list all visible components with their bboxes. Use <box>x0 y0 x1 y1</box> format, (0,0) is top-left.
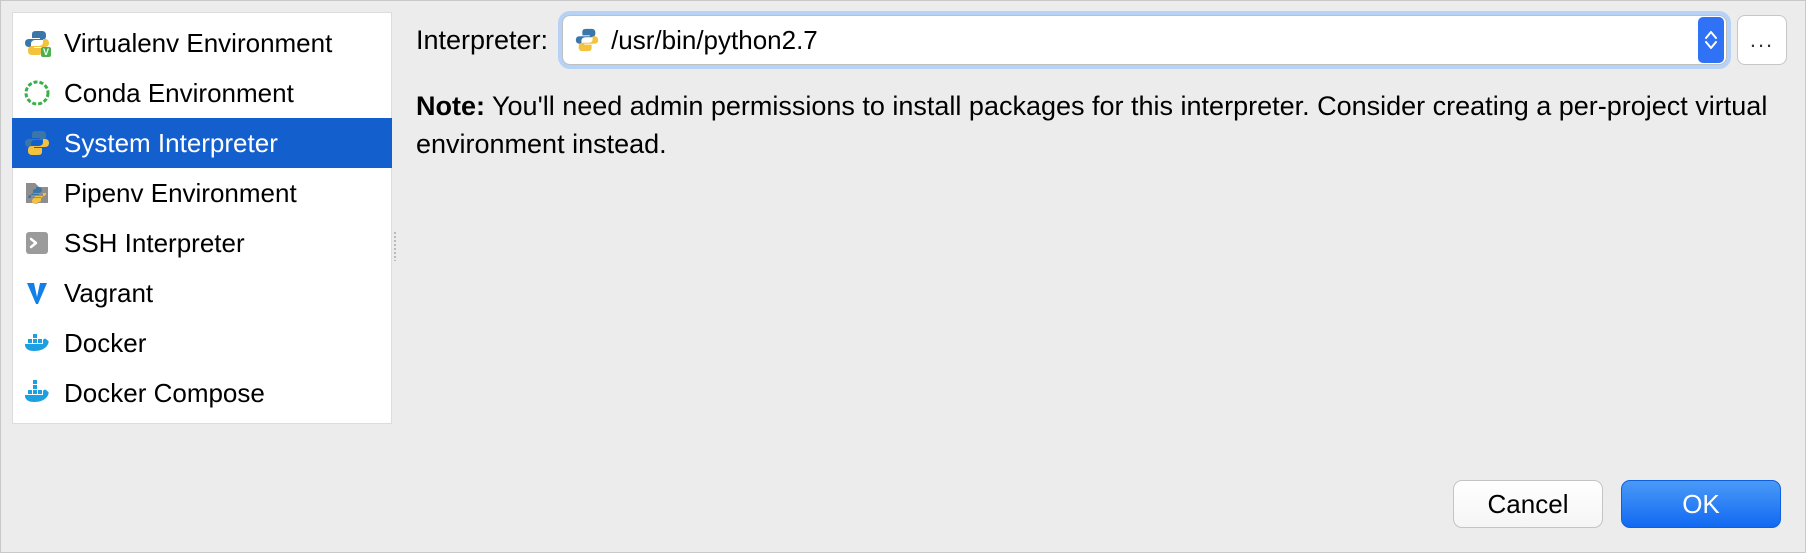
interpreter-value: /usr/bin/python2.7 <box>611 25 1696 56</box>
sidebar-item-label: Docker Compose <box>64 378 265 409</box>
dialog-footer: Cancel OK <box>1 480 1805 552</box>
python-icon <box>573 26 601 54</box>
combobox-stepper-icon <box>1698 17 1724 63</box>
cancel-button[interactable]: Cancel <box>1453 480 1603 528</box>
note-prefix: Note: <box>416 91 485 121</box>
sidebar-item-system-interpreter[interactable]: System Interpreter <box>12 118 392 168</box>
sidebar-item-label: SSH Interpreter <box>64 228 245 259</box>
sidebar-item-conda[interactable]: Conda Environment <box>12 68 392 118</box>
ssh-icon <box>22 228 52 258</box>
vagrant-icon <box>22 278 52 308</box>
content-panel: Interpreter: /usr/bin/python2.7 <box>398 1 1805 164</box>
python-venv-icon: V <box>22 28 52 58</box>
sidebar-item-pipenv[interactable]: Pipenv Environment <box>12 168 392 218</box>
conda-icon <box>22 78 52 108</box>
sidebar-item-label: Docker <box>64 328 146 359</box>
interpreter-combobox[interactable]: /usr/bin/python2.7 <box>562 15 1727 65</box>
python-icon <box>22 128 52 158</box>
pipenv-icon <box>22 178 52 208</box>
sidebar-item-ssh[interactable]: SSH Interpreter <box>12 218 392 268</box>
browse-button[interactable]: ... <box>1737 15 1787 65</box>
sidebar-item-virtualenv[interactable]: V Virtualenv Environment <box>12 18 392 68</box>
ok-button[interactable]: OK <box>1621 480 1781 528</box>
sidebar-item-docker[interactable]: Docker <box>12 318 392 368</box>
docker-icon <box>22 328 52 358</box>
sidebar-item-label: Conda Environment <box>64 78 294 109</box>
interpreter-label: Interpreter: <box>416 25 548 56</box>
note-text: Note: You'll need admin permissions to i… <box>416 87 1787 164</box>
sidebar-item-label: System Interpreter <box>64 128 278 159</box>
interpreter-type-sidebar: V Virtualenv Environment Conda Environme… <box>12 12 392 424</box>
note-body: You'll need admin permissions to install… <box>416 91 1767 159</box>
docker-compose-icon <box>22 378 52 408</box>
sidebar-item-label: Pipenv Environment <box>64 178 297 209</box>
sidebar-item-vagrant[interactable]: Vagrant <box>12 268 392 318</box>
sidebar-item-label: Virtualenv Environment <box>64 28 332 59</box>
svg-text:V: V <box>43 47 49 57</box>
sidebar-item-docker-compose[interactable]: Docker Compose <box>12 368 392 418</box>
sidebar-item-label: Vagrant <box>64 278 153 309</box>
